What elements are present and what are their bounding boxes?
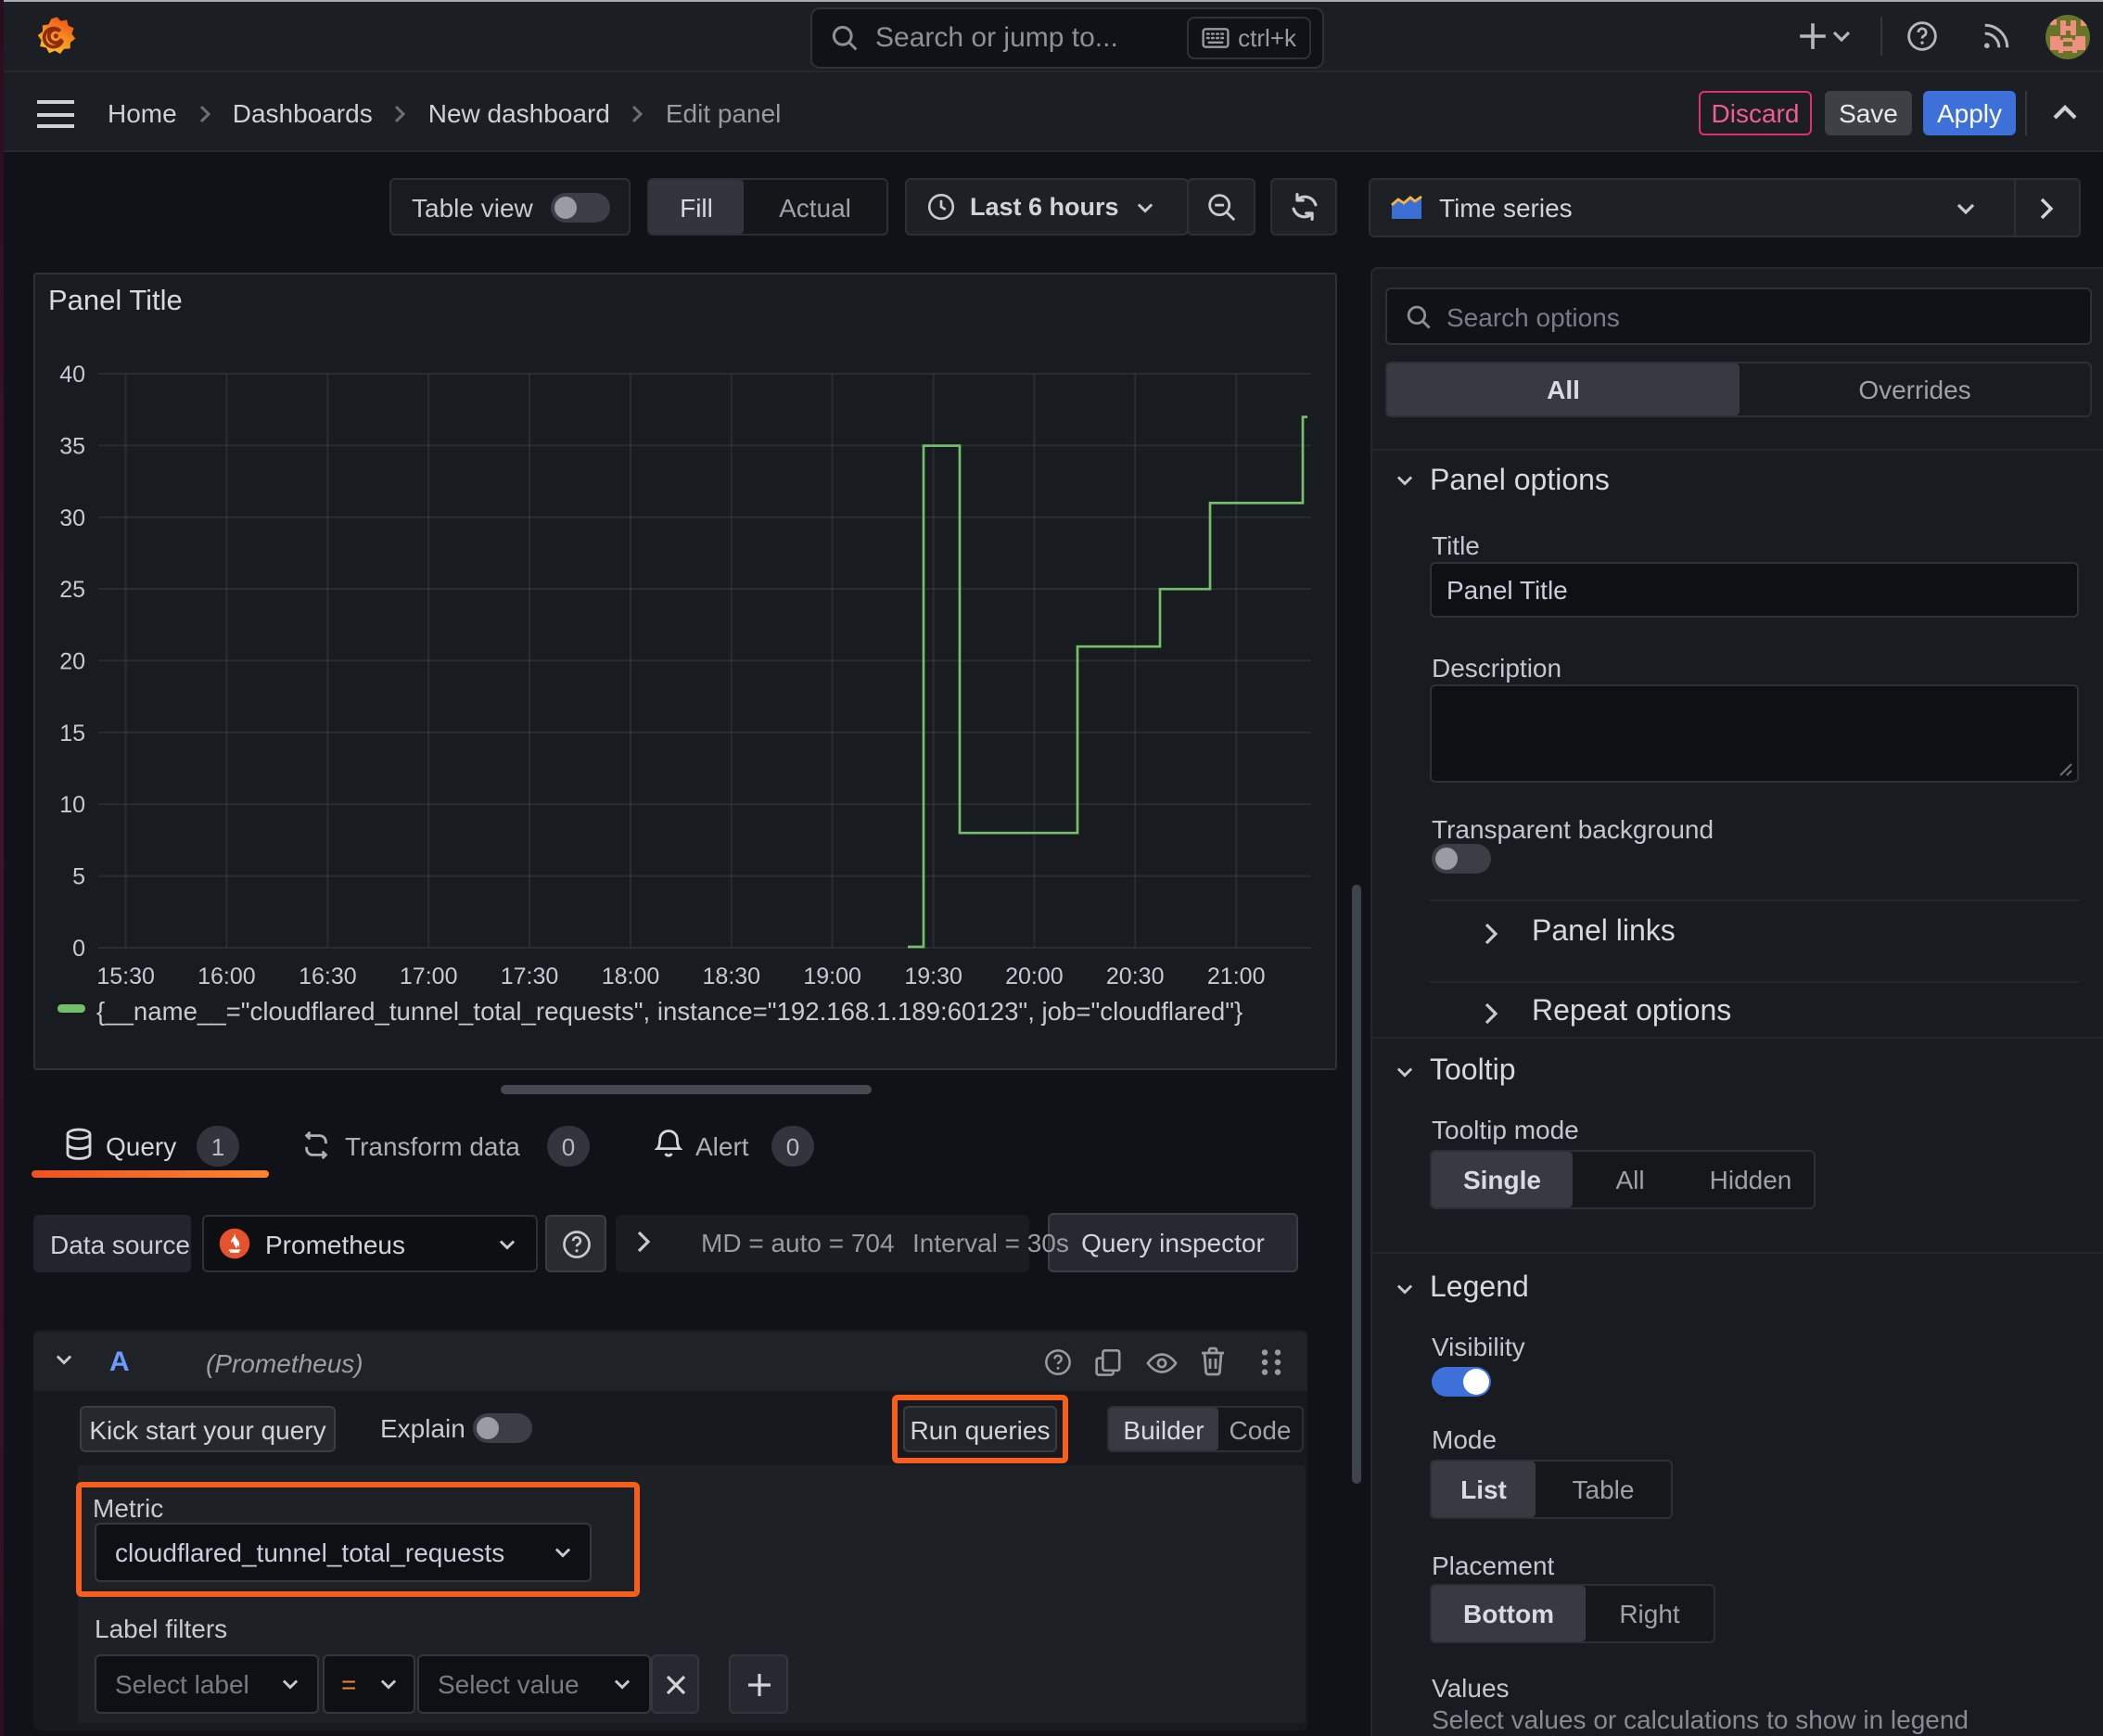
svg-text:17:00: 17:00 — [400, 964, 458, 989]
svg-text:0: 0 — [72, 936, 85, 962]
svg-text:10: 10 — [59, 792, 85, 818]
svg-text:19:00: 19:00 — [803, 964, 861, 989]
svg-text:20: 20 — [59, 648, 85, 674]
svg-text:16:00: 16:00 — [198, 964, 256, 989]
svg-text:18:00: 18:00 — [602, 964, 660, 989]
svg-text:15: 15 — [59, 721, 85, 747]
svg-text:17:30: 17:30 — [501, 964, 559, 989]
svg-text:5: 5 — [72, 864, 85, 890]
svg-text:21:00: 21:00 — [1207, 964, 1266, 989]
svg-text:{__name__="cloudflared_tunnel_: {__name__="cloudflared_tunnel_total_requ… — [96, 997, 1243, 1026]
svg-text:18:30: 18:30 — [703, 964, 761, 989]
svg-text:40: 40 — [59, 362, 85, 388]
svg-text:15:30: 15:30 — [96, 964, 155, 989]
svg-text:19:30: 19:30 — [904, 964, 962, 989]
svg-text:16:30: 16:30 — [299, 964, 357, 989]
svg-text:25: 25 — [59, 577, 85, 603]
svg-text:20:30: 20:30 — [1106, 964, 1165, 989]
svg-text:20:00: 20:00 — [1005, 964, 1064, 989]
svg-text:30: 30 — [59, 505, 85, 531]
svg-text:35: 35 — [59, 433, 85, 459]
